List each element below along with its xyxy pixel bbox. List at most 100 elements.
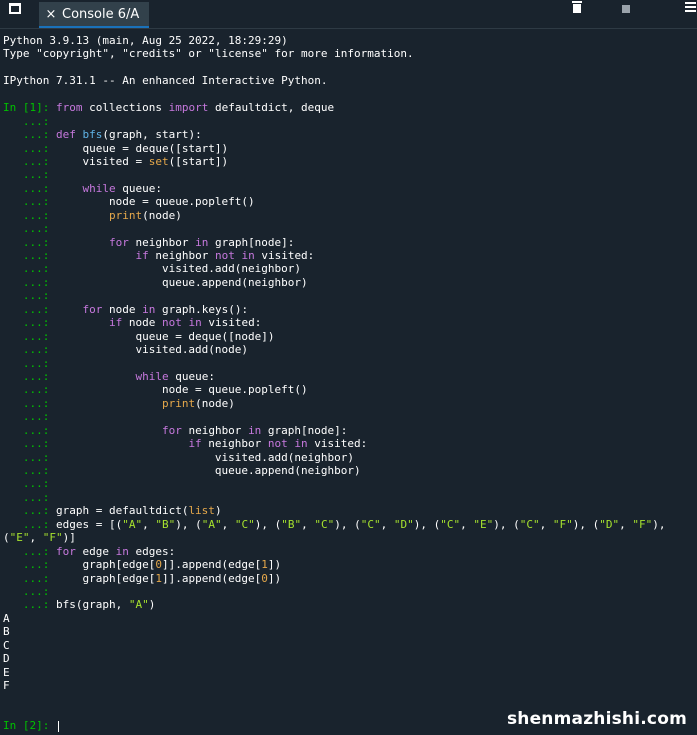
output-line: C bbox=[3, 639, 693, 652]
code-token: "B" bbox=[155, 517, 176, 531]
code-line: ...: bbox=[3, 410, 693, 423]
code-token: ]].append(edge[ bbox=[161, 571, 262, 585]
code-line: ...: bbox=[3, 115, 693, 128]
code-token: ) bbox=[214, 504, 222, 518]
code-line: ...: queue = deque([node]) bbox=[3, 330, 693, 343]
code-line: ...: visited.add(neighbor) bbox=[3, 451, 693, 464]
code-token: queue = deque([node]) bbox=[55, 329, 275, 343]
continuation-prompt: ...: bbox=[3, 141, 50, 155]
stop-icon[interactable] bbox=[621, 0, 631, 14]
code-token: graph[edge[ bbox=[55, 571, 156, 585]
code-token: "A" bbox=[128, 598, 149, 612]
output-text: F bbox=[3, 679, 10, 692]
continuation-prompt: ...: bbox=[3, 410, 50, 424]
code-token: , bbox=[142, 517, 156, 531]
continuation-prompt: ...: bbox=[3, 343, 50, 357]
code-token: queue.append(neighbor) bbox=[55, 464, 361, 477]
banner-text: IPython 7.31.1 -- An enhanced Interactiv… bbox=[3, 74, 328, 88]
code-line: ...: node = queue.popleft() bbox=[3, 383, 693, 396]
code-line: ...: graph = defaultdict(list) bbox=[3, 504, 693, 517]
input-prompt: In [2]: bbox=[3, 719, 50, 733]
code-token: queue = deque([start]) bbox=[55, 141, 229, 155]
code-line: ...: edges = [("A", "B"), ("A", "C"), ("… bbox=[3, 518, 693, 531]
continuation-prompt: ...: bbox=[3, 249, 50, 262]
code-line: ...: queue = deque([start]) bbox=[3, 142, 693, 155]
code-token: node bbox=[122, 316, 162, 330]
code-token: while bbox=[135, 369, 169, 383]
banner-text: Python 3.9.13 (main, Aug 25 2022, 18:29:… bbox=[3, 34, 288, 47]
banner-line: Python 3.9.13 (main, Aug 25 2022, 18:29:… bbox=[3, 34, 693, 47]
code-token: ), ( bbox=[413, 517, 441, 531]
continuation-prompt: ...: bbox=[3, 262, 50, 276]
continuation-prompt: ...: bbox=[3, 423, 50, 437]
ipython-console[interactable]: Python 3.9.13 (main, Aug 25 2022, 18:29:… bbox=[0, 28, 697, 735]
code-line: ...: bbox=[3, 477, 693, 490]
code-token: 1 bbox=[155, 571, 162, 585]
code-token: "E" bbox=[9, 531, 30, 545]
code-token: not in bbox=[267, 437, 308, 451]
code-token: node = queue.popleft() bbox=[55, 383, 308, 397]
code-token: (node) bbox=[195, 396, 235, 410]
code-token: print bbox=[108, 208, 143, 222]
continuation-prompt: ...: bbox=[3, 195, 50, 209]
code-token: edges: bbox=[128, 544, 176, 558]
console-tabbar: × Console 6/A bbox=[0, 0, 697, 28]
code-token: if bbox=[108, 316, 123, 330]
code-token: "C" bbox=[360, 517, 381, 531]
code-token: visited: bbox=[201, 316, 262, 330]
code-token: bfs(graph, bbox=[55, 598, 129, 612]
continuation-prompt: ...: bbox=[3, 383, 50, 397]
code-token: "C" bbox=[519, 517, 540, 531]
continuation-prompt: ...: bbox=[3, 275, 50, 289]
output-text: B bbox=[3, 625, 10, 639]
tab-label: Console 6/A bbox=[62, 6, 140, 22]
continuation-prompt: ...: bbox=[3, 544, 50, 558]
code-token: 0 bbox=[155, 558, 162, 572]
code-line: ...: bfs(graph, "A") bbox=[3, 598, 693, 611]
code-token: for bbox=[82, 302, 103, 316]
continuation-prompt: ...: bbox=[3, 128, 50, 142]
continuation-prompt: ...: bbox=[3, 316, 50, 330]
window-icon[interactable] bbox=[9, 3, 21, 14]
code-line: ...: graph[edge[0]].append(edge[1]) bbox=[3, 558, 693, 571]
code-line: ...: node = queue.popleft() bbox=[3, 195, 693, 208]
close-icon[interactable]: × bbox=[44, 7, 58, 22]
code-token: "D" bbox=[599, 517, 620, 531]
code-token: set bbox=[148, 154, 169, 168]
code-token: "F" bbox=[632, 517, 653, 531]
output-text: E bbox=[3, 665, 10, 679]
continuation-prompt: ...: bbox=[3, 289, 50, 303]
code-token: "F" bbox=[42, 531, 63, 545]
banner-text: Type "copyright", "credits" or "license"… bbox=[3, 47, 414, 61]
code-token: from bbox=[55, 101, 83, 115]
hamburger-menu-icon[interactable] bbox=[684, 0, 697, 14]
code-token: not in bbox=[161, 316, 202, 330]
text-cursor[interactable] bbox=[57, 720, 59, 732]
trash-icon[interactable] bbox=[571, 0, 583, 14]
code-token: "A" bbox=[201, 517, 222, 531]
code-token: node bbox=[102, 302, 143, 316]
output-line: B bbox=[3, 625, 693, 638]
tab-console-6a[interactable]: × Console 6/A bbox=[39, 2, 149, 28]
code-token: neighbor bbox=[128, 235, 196, 249]
code-token: queue.append(neighbor) bbox=[55, 275, 308, 289]
code-token: neighbor bbox=[148, 249, 215, 262]
